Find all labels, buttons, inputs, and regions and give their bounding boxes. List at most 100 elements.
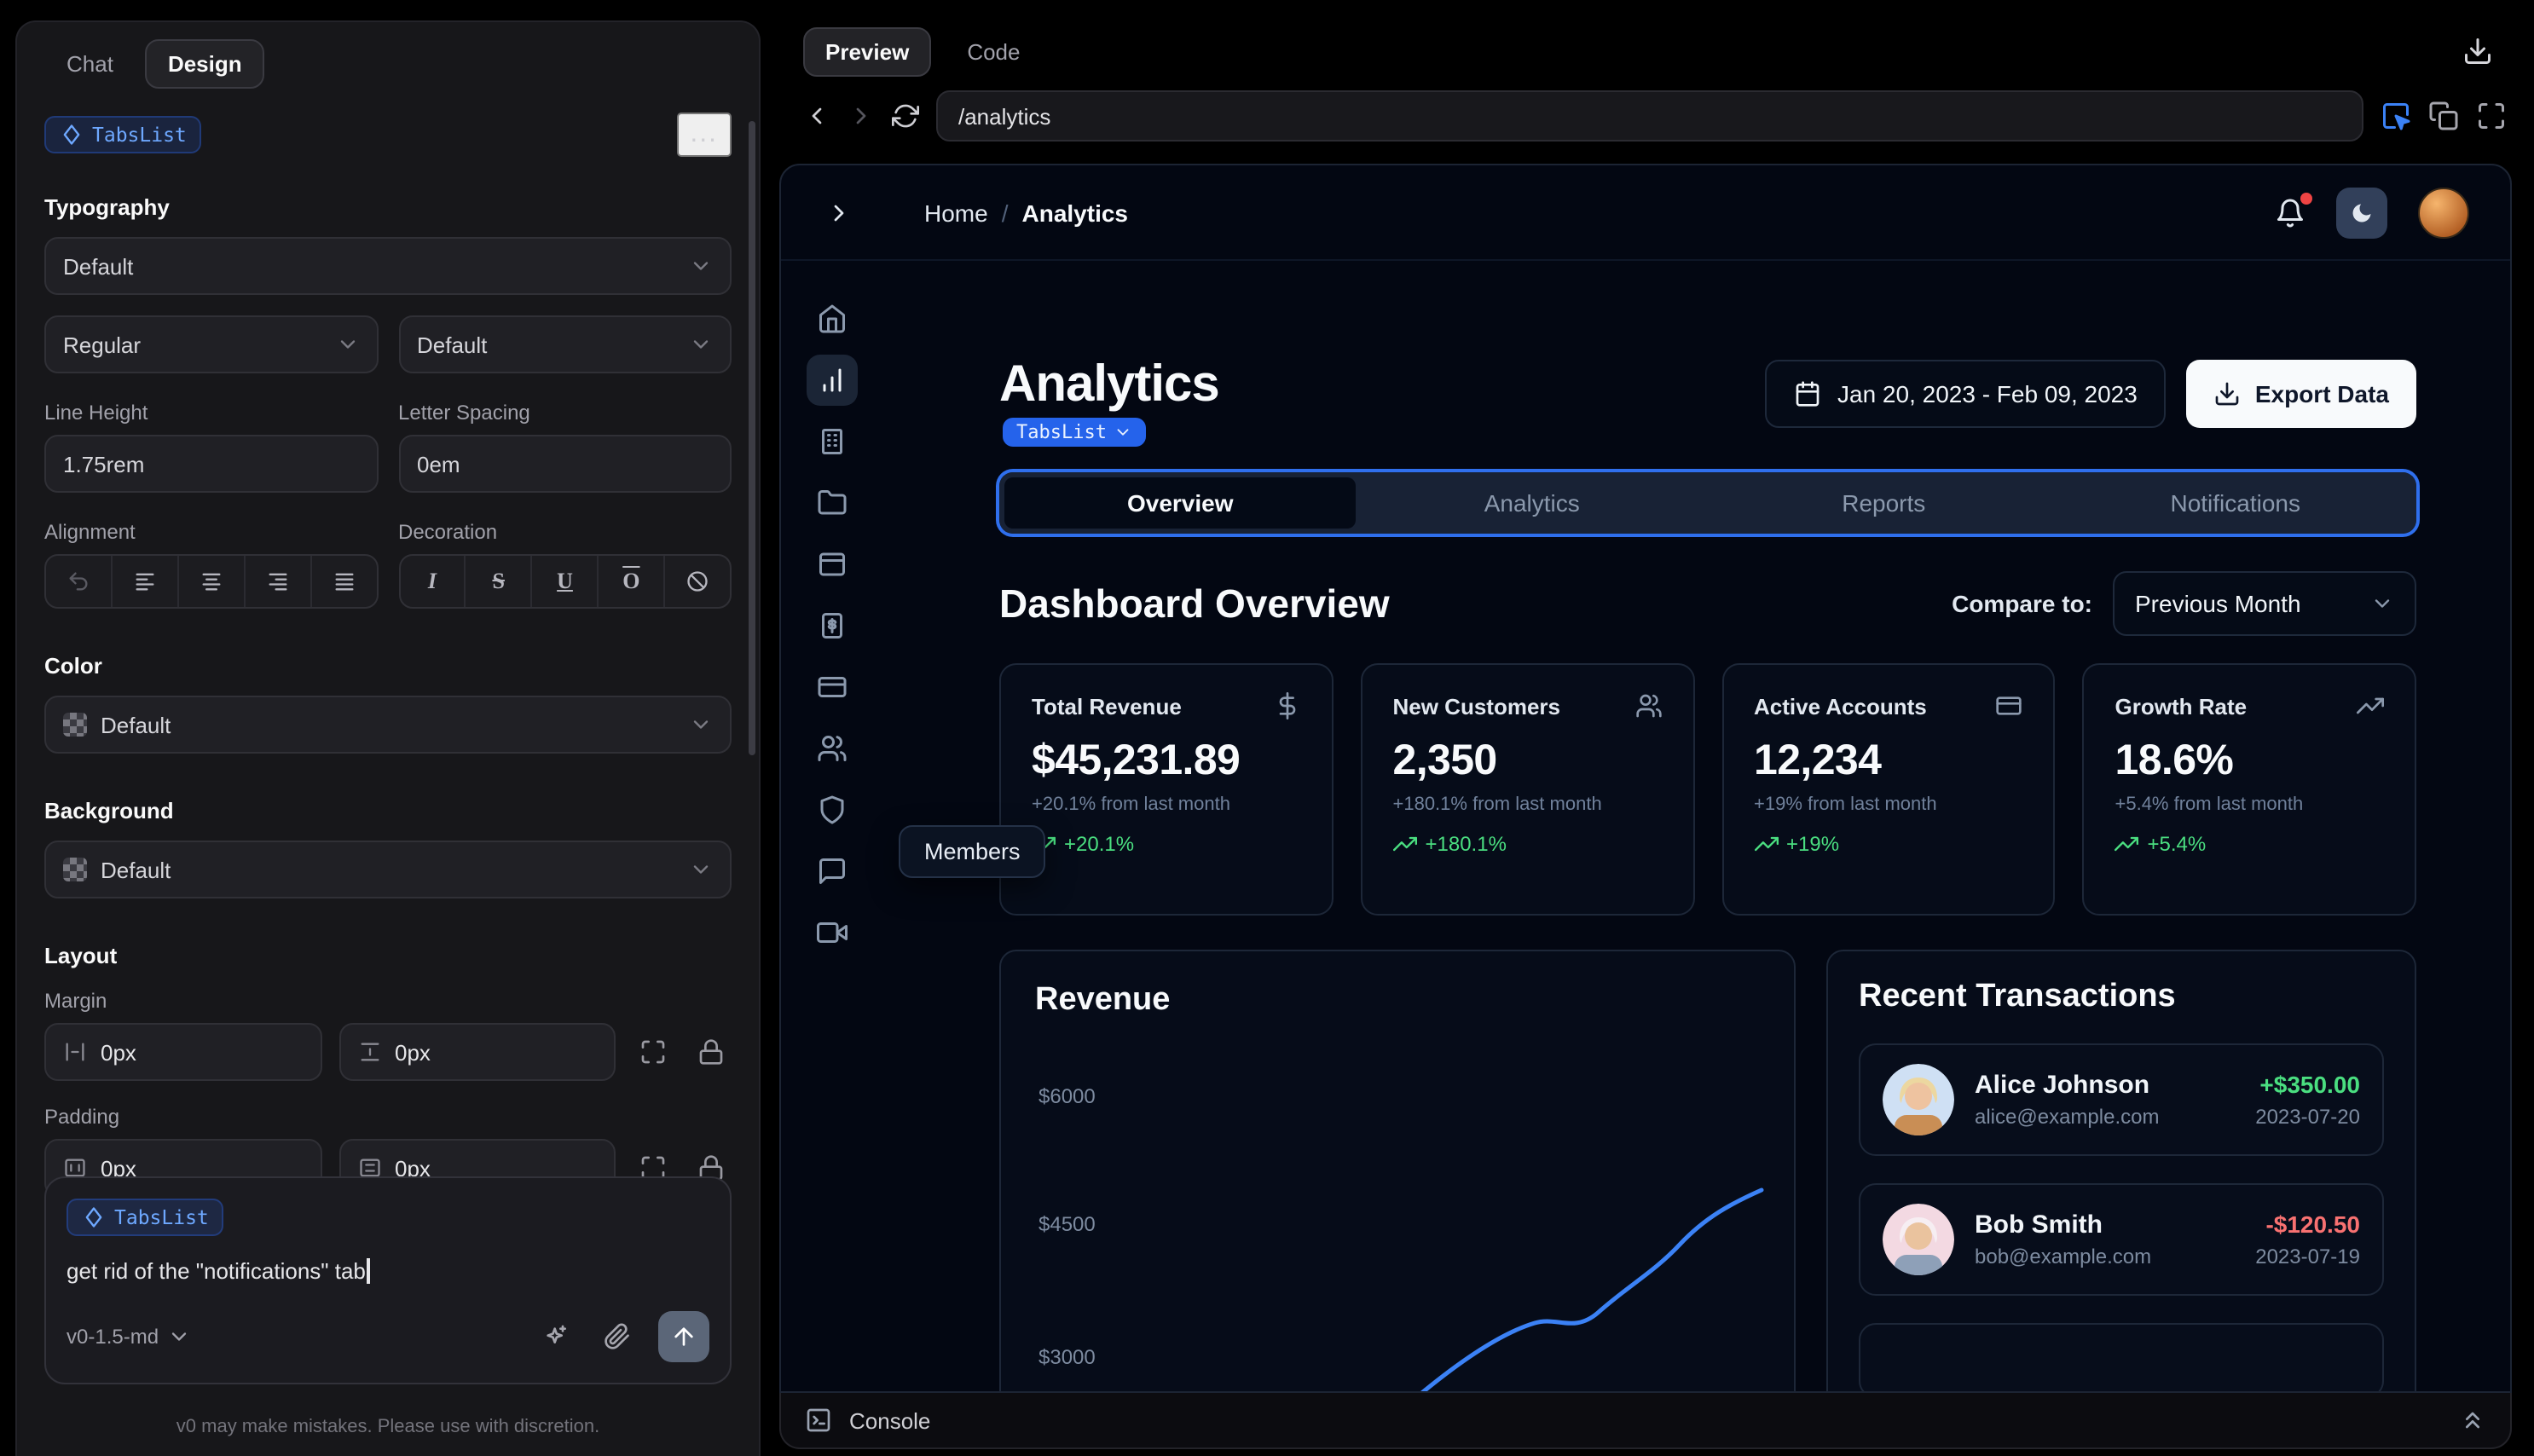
background-select[interactable]: Default	[44, 841, 732, 898]
italic-icon[interactable]: I	[400, 556, 466, 607]
panel-menu-button[interactable]: ...	[676, 113, 732, 157]
sidebar-home-icon[interactable]	[807, 293, 858, 344]
inspect-mode-icon[interactable]	[2381, 101, 2411, 131]
align-right-icon[interactable]	[245, 556, 312, 607]
transaction-amount: +$350.00	[2259, 1071, 2360, 1098]
chat-composer[interactable]: TabsList get rid of the "notifications" …	[44, 1176, 732, 1384]
notifications-bell-icon[interactable]	[2275, 192, 2312, 228]
stat-card-active-accounts: Active Accounts 12,234 +19% from last mo…	[1721, 663, 2056, 916]
alignment-label: Alignment	[44, 520, 136, 544]
download-icon[interactable]	[2456, 29, 2500, 73]
font-family-select[interactable]: Default	[44, 237, 732, 295]
users-icon	[1634, 692, 1662, 719]
y-tick: $3000	[1038, 1345, 1096, 1369]
transaction-row[interactable]: Alice Johnson alice@example.com +$350.00…	[1859, 1043, 2384, 1156]
sidebar-building-icon[interactable]	[807, 416, 858, 467]
undo-icon[interactable]	[46, 556, 113, 607]
console-icon	[805, 1407, 832, 1434]
selected-element-label: TabsList	[92, 123, 187, 147]
compare-select[interactable]: Previous Month	[2113, 571, 2416, 636]
back-icon[interactable]	[803, 102, 830, 130]
tabs-list: Overview Analytics Reports Notifications	[999, 472, 2416, 534]
sidebar-pages-icon[interactable]	[807, 539, 858, 590]
letter-spacing-input[interactable]: 0em	[398, 435, 732, 493]
font-weight-select[interactable]: Regular	[44, 315, 378, 373]
send-button[interactable]	[658, 1311, 709, 1362]
fullscreen-icon[interactable]	[2476, 101, 2507, 131]
sidebar-toggle-icon[interactable]	[825, 199, 853, 226]
align-center-icon[interactable]	[179, 556, 246, 607]
diamond-icon	[63, 124, 80, 145]
sidebar-cards-icon[interactable]	[807, 662, 858, 713]
section-heading: Dashboard Overview	[999, 581, 1390, 625]
underline-icon[interactable]: U	[533, 556, 599, 607]
avatar	[1883, 1204, 1954, 1275]
margin-y-input[interactable]: 0px	[338, 1023, 616, 1081]
composer-input[interactable]: get rid of the "notifications" tab	[67, 1258, 709, 1284]
tab-reports[interactable]: Reports	[1708, 477, 2060, 529]
app-header: Home / Analytics	[781, 165, 2510, 261]
composer-context-chip[interactable]: TabsList	[67, 1199, 224, 1236]
tab-overview[interactable]: Overview	[1004, 477, 1357, 529]
typography-heading: Typography	[44, 194, 170, 220]
sidebar-security-icon[interactable]	[807, 784, 858, 835]
color-select[interactable]: Default	[44, 696, 732, 754]
sidebar-members-icon[interactable]	[807, 723, 858, 774]
sidebar-video-icon[interactable]	[807, 907, 858, 958]
theme-toggle-button[interactable]	[2336, 187, 2387, 238]
stats-row: Total Revenue $45,231.89 +20.1% from las…	[999, 663, 2416, 916]
align-left-icon[interactable]	[113, 556, 179, 607]
breadcrumb-home[interactable]: Home	[924, 199, 988, 226]
sidebar-analytics-icon[interactable]	[807, 355, 858, 406]
console-bar[interactable]: Console	[779, 1393, 2512, 1449]
tab-chat[interactable]: Chat	[44, 39, 136, 89]
sidebar-folder-icon[interactable]	[807, 477, 858, 529]
transaction-date: 2023-07-20	[2255, 1105, 2360, 1129]
forward-icon[interactable]	[848, 102, 875, 130]
attachment-icon[interactable]	[597, 1316, 638, 1357]
refresh-icon[interactable]	[892, 102, 919, 130]
tab-design[interactable]: Design	[145, 39, 264, 89]
overline-icon[interactable]: O	[599, 556, 666, 607]
user-avatar[interactable]	[2418, 187, 2469, 238]
copy-icon[interactable]	[2428, 101, 2459, 131]
revenue-line-chart	[1420, 1187, 1764, 1391]
transaction-row[interactable]: Bob Smith bob@example.com -$120.50 2023-…	[1859, 1183, 2384, 1296]
breadcrumb-separator: /	[1001, 199, 1009, 226]
tab-notifications[interactable]: Notifications	[2060, 477, 2412, 529]
app-preview-frame: Home / Analytics Members Analytics TabsL…	[779, 164, 2512, 1393]
sidebar-messages-icon[interactable]	[807, 846, 858, 897]
model-select[interactable]: v0-1.5-md	[67, 1325, 191, 1349]
lock-margin-icon[interactable]	[691, 1031, 732, 1072]
stat-card-total-revenue: Total Revenue $45,231.89 +20.1% from las…	[999, 663, 1334, 916]
enhance-prompt-icon[interactable]	[535, 1316, 576, 1357]
tab-code[interactable]: Code	[945, 26, 1042, 76]
sidebar-billing-icon[interactable]	[807, 600, 858, 651]
credit-card-icon	[1996, 692, 2023, 719]
strikethrough-icon[interactable]: S	[466, 556, 533, 607]
trending-up-icon	[1392, 836, 1417, 852]
align-justify-icon[interactable]	[311, 556, 376, 607]
expand-console-icon[interactable]	[2459, 1407, 2486, 1434]
chevron-down-icon	[1117, 429, 1129, 436]
background-heading: Background	[44, 798, 174, 823]
selection-badge[interactable]: TabsList	[1003, 418, 1146, 447]
stat-card-growth-rate: Growth Rate 18.6% +5.4% from last month …	[2082, 663, 2416, 916]
preview-tab-bar: Preview Code	[779, 0, 2534, 82]
font-size-select[interactable]: Default	[398, 315, 732, 373]
export-data-button[interactable]: Export Data	[2186, 360, 2416, 428]
line-height-input[interactable]: 1.75rem	[44, 435, 378, 493]
selected-element-chip[interactable]: TabsList	[44, 116, 202, 153]
expand-margin-icon[interactable]	[633, 1031, 674, 1072]
design-panel: Chat Design TabsList ... Typography Defa…	[15, 20, 761, 1456]
url-input[interactable]: /analytics	[936, 90, 2363, 142]
tab-analytics[interactable]: Analytics	[1357, 477, 1709, 529]
decoration-label: Decoration	[398, 520, 498, 544]
panel-scrollbar[interactable]	[749, 121, 755, 755]
no-decoration-icon[interactable]	[665, 556, 730, 607]
margin-x-input[interactable]: 0px	[44, 1023, 321, 1081]
tab-preview[interactable]: Preview	[803, 26, 932, 76]
transaction-row-partial[interactable]	[1859, 1323, 2384, 1391]
stat-card-new-customers: New Customers 2,350 +180.1% from last mo…	[1360, 663, 1694, 916]
date-range-picker[interactable]: Jan 20, 2023 - Feb 09, 2023	[1764, 360, 2167, 428]
